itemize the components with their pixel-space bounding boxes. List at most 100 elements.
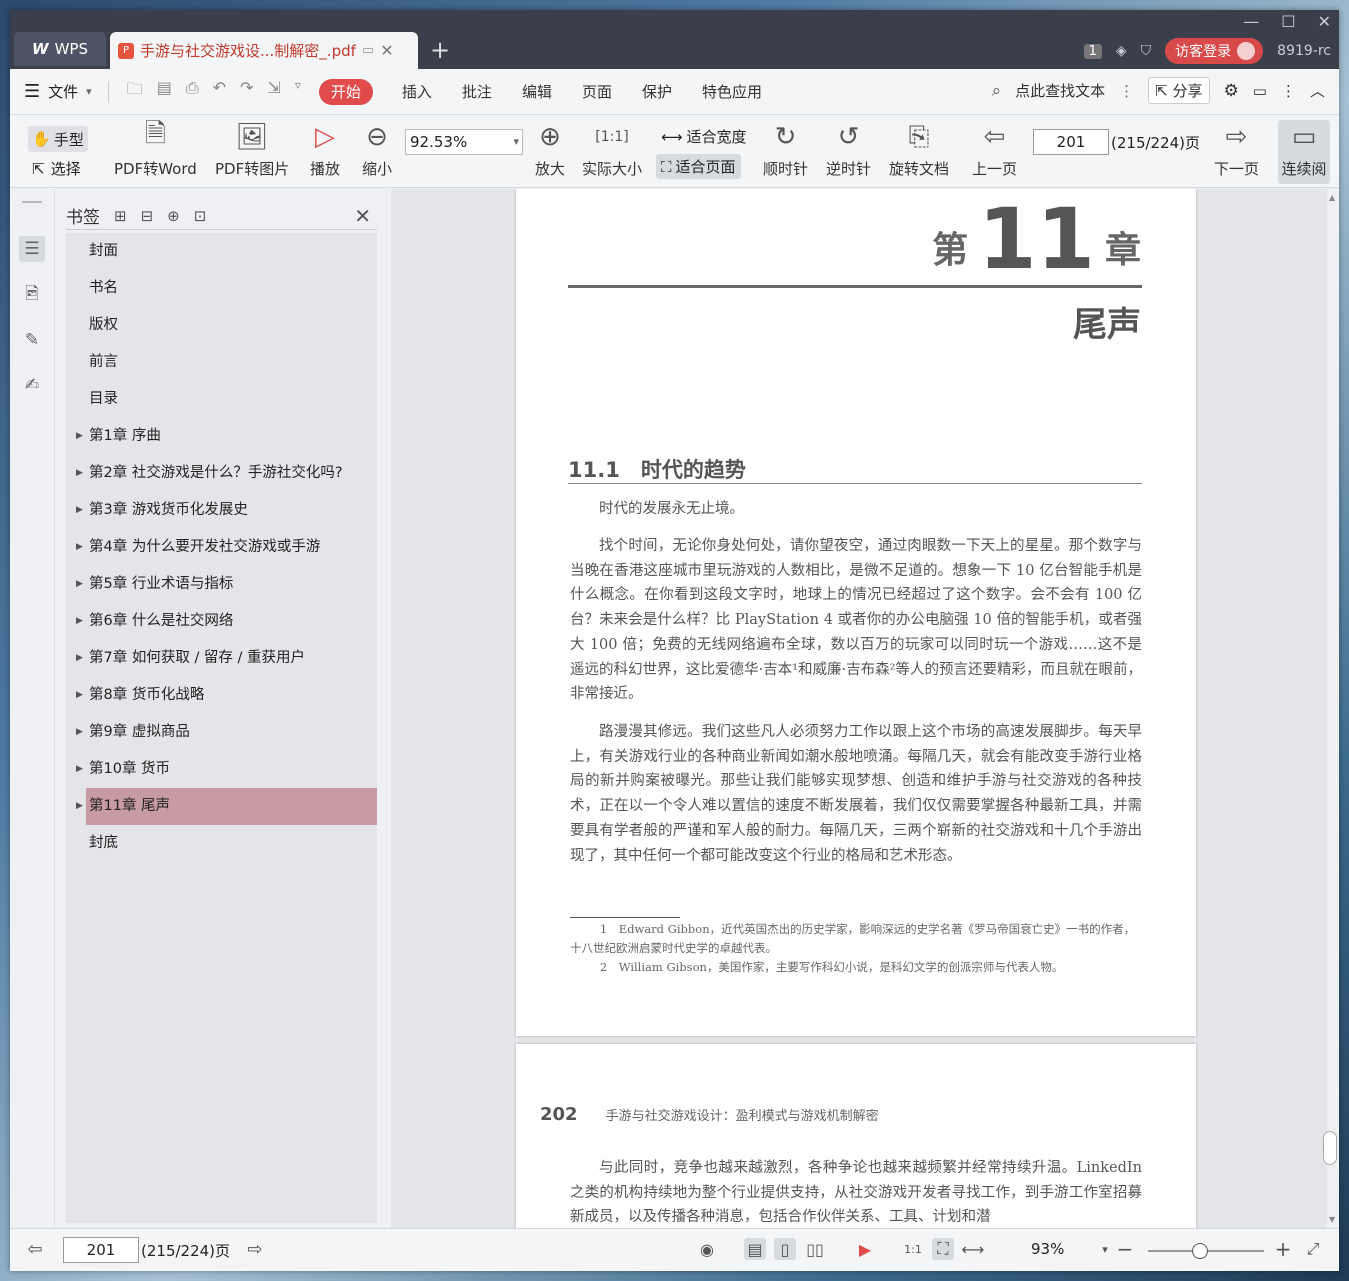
actual-size-button[interactable]: [1:1] 实际大小 bbox=[582, 120, 642, 179]
new-tab-button[interactable]: + bbox=[430, 36, 450, 64]
menu-start[interactable]: 开始 bbox=[318, 78, 373, 105]
bookmark-item[interactable]: ▶ 第9章 虚拟商品 bbox=[66, 714, 377, 751]
bookmark-item[interactable]: 版权 bbox=[66, 307, 377, 344]
bookmark-item[interactable]: 书名 bbox=[66, 270, 377, 307]
two-page-icon[interactable]: ▯▯ bbox=[804, 1238, 826, 1260]
thumbnail-icon[interactable]: 🖻 bbox=[19, 282, 45, 308]
continuous-read-button[interactable]: ▭ 连续阅 bbox=[1278, 120, 1330, 184]
expand-arrow-icon[interactable]: ▶ bbox=[76, 492, 83, 529]
status-page-input[interactable]: 201 bbox=[63, 1237, 139, 1263]
bookmark-item[interactable]: ▶ 第1章 序曲 bbox=[66, 418, 377, 455]
bookmark-item[interactable]: 封底 bbox=[66, 825, 377, 862]
next-page-icon[interactable]: ⇨ bbox=[244, 1238, 266, 1260]
save-icon[interactable]: ▤ bbox=[157, 78, 172, 105]
shirt-icon[interactable]: ⛉ bbox=[1141, 43, 1152, 59]
more-vert-icon[interactable]: ⋮ bbox=[1119, 82, 1134, 100]
expand-arrow-icon[interactable]: ▶ bbox=[76, 603, 83, 640]
close-tab-icon[interactable]: ✕ bbox=[380, 41, 393, 60]
zoom-dropdown-icon[interactable]: ▾ bbox=[1094, 1238, 1116, 1260]
status-zoom-value[interactable]: 93% bbox=[1031, 1240, 1064, 1258]
signature-icon[interactable]: ✍ bbox=[19, 372, 45, 398]
eye-protection-icon[interactable]: ◉ bbox=[696, 1238, 718, 1260]
maximize-icon[interactable]: ☐ bbox=[1281, 12, 1295, 31]
select-tool-button[interactable]: ⇱ 选择 bbox=[32, 158, 81, 179]
window-count-badge[interactable]: 1 bbox=[1083, 43, 1102, 59]
bookmark-item[interactable]: ▶ 第3章 游戏货币化发展史 bbox=[66, 492, 377, 529]
bookmark-item[interactable]: ▶ 第8章 货币化战略 bbox=[66, 677, 377, 714]
search-icon[interactable]: ⌕ bbox=[992, 81, 1002, 101]
hand-tool-button[interactable]: ✋ 手型 bbox=[28, 126, 88, 152]
zoom-in-small-icon[interactable]: + bbox=[1272, 1237, 1294, 1261]
scroll-down-icon[interactable]: ▼ bbox=[1329, 1215, 1335, 1224]
expand-arrow-icon[interactable]: ▶ bbox=[76, 714, 83, 751]
scroll-thumb[interactable] bbox=[1323, 1131, 1337, 1165]
bookmark-item[interactable]: ▶ 第2章 社交游戏是什么？手游社交化吗? bbox=[66, 455, 377, 492]
bookmark-options-icon[interactable]: ⊡ bbox=[194, 207, 207, 225]
expand-arrow-icon[interactable]: ▶ bbox=[76, 640, 83, 677]
collapse-ribbon-icon[interactable]: ︿ bbox=[1310, 80, 1325, 101]
expand-arrow-icon[interactable]: ▶ bbox=[76, 566, 83, 603]
bookmark-item[interactable]: ▶ 第5章 行业术语与指标 bbox=[66, 566, 377, 603]
menu-protect[interactable]: 保护 bbox=[627, 79, 687, 105]
bookmark-item[interactable]: 目录 bbox=[66, 381, 377, 418]
expand-arrow-icon[interactable]: ▶ bbox=[76, 455, 83, 492]
screen-icon[interactable]: ▭ bbox=[362, 43, 374, 58]
find-text-button[interactable]: 点此查找文本 bbox=[1015, 80, 1105, 101]
next-page-button[interactable]: ⇨ 下一页 bbox=[1214, 120, 1259, 179]
zoom-out-button[interactable]: ⊖ 缩小 bbox=[362, 120, 392, 179]
comment-icon[interactable]: ▭ bbox=[1253, 82, 1267, 100]
fit-page-button[interactable]: ⛶ 适合页面 bbox=[656, 154, 741, 179]
play-button[interactable]: ▷ 播放 bbox=[310, 120, 340, 179]
zoom-out-small-icon[interactable]: − bbox=[1114, 1237, 1136, 1261]
collapse-all-icon[interactable]: ⊟ bbox=[141, 207, 154, 225]
rotate-document-button[interactable]: ⎘ 旋转文档 bbox=[889, 120, 949, 179]
scroll-up-icon[interactable]: ▲ bbox=[1329, 193, 1335, 202]
expand-arrow-icon[interactable]: ▶ bbox=[76, 788, 83, 825]
visitor-login-button[interactable]: 访客登录 bbox=[1165, 38, 1264, 64]
fullscreen-icon[interactable]: ⤢ bbox=[1302, 1238, 1324, 1260]
zoom-select[interactable]: 92.53% bbox=[405, 129, 523, 155]
expand-arrow-icon[interactable]: ▶ bbox=[76, 418, 83, 455]
menu-edit[interactable]: 编辑 bbox=[507, 79, 567, 105]
bookmark-item[interactable]: 前言 bbox=[66, 344, 377, 381]
menu-features[interactable]: 特色应用 bbox=[687, 79, 777, 105]
pdf-to-word-button[interactable]: 🗎 PDF转Word bbox=[114, 119, 197, 179]
vertical-scrollbar[interactable]: ▲ ▼ bbox=[1323, 189, 1339, 1228]
rotate-counterclockwise-button[interactable]: ↺ 逆时针 bbox=[826, 120, 871, 179]
close-window-icon[interactable]: ✕ bbox=[1318, 12, 1331, 31]
tab-document[interactable]: P 手游与社交游戏设...制解密_.pdf ▭ ✕ bbox=[110, 32, 418, 69]
annotation-icon[interactable]: ✎ bbox=[19, 327, 45, 353]
tab-wps-home[interactable]: W WPS bbox=[14, 32, 106, 66]
prev-page-button[interactable]: ⇦ 上一页 bbox=[972, 120, 1017, 179]
page-number-input[interactable]: 201 bbox=[1033, 129, 1109, 155]
expand-arrow-icon[interactable]: ▶ bbox=[76, 751, 83, 788]
continuous-page-icon[interactable]: ▯ bbox=[774, 1238, 796, 1260]
expand-arrow-icon[interactable]: ▶ bbox=[76, 529, 83, 566]
fit-page-small-icon[interactable]: ⛶ bbox=[932, 1238, 954, 1260]
menu-annotate[interactable]: 批注 bbox=[447, 79, 507, 105]
expand-arrow-icon[interactable]: ▶ bbox=[76, 677, 83, 714]
prev-page-icon[interactable]: ⇦ bbox=[24, 1238, 46, 1260]
open-folder-icon[interactable]: 🗀 bbox=[127, 78, 143, 105]
redo-icon[interactable]: ↷ bbox=[240, 78, 253, 105]
export-icon[interactable]: ⇲ bbox=[267, 78, 280, 105]
file-menu[interactable]: ☰ 文件 ▾ bbox=[24, 81, 102, 102]
play-mode-icon[interactable]: ▶ bbox=[854, 1238, 876, 1260]
skin-icon[interactable]: ◈ bbox=[1116, 43, 1127, 59]
menu-page[interactable]: 页面 bbox=[567, 79, 627, 105]
bookmark-panel-icon[interactable]: ☰ bbox=[19, 236, 45, 262]
undo-icon[interactable]: ↶ bbox=[213, 78, 226, 105]
bookmark-item[interactable]: ▶ 第4章 为什么要开发社交游戏或手游 bbox=[66, 529, 377, 566]
bookmark-item[interactable]: ▶ 第10章 货币 bbox=[66, 751, 377, 788]
minimize-icon[interactable]: — bbox=[1243, 12, 1259, 31]
bookmark-item[interactable]: ▶ 第6章 什么是社交网络 bbox=[66, 603, 377, 640]
add-bookmark-icon[interactable]: ⊕ bbox=[167, 207, 180, 225]
actual-size-small-icon[interactable]: 1:1 bbox=[902, 1238, 924, 1260]
bookmark-item[interactable]: 封面 bbox=[66, 233, 377, 270]
bookmark-item[interactable]: ▶ 第7章 如何获取 / 留存 / 重获用户 bbox=[66, 640, 377, 677]
print-icon[interactable]: ⎙ bbox=[186, 78, 199, 105]
zoom-slider[interactable] bbox=[1148, 1243, 1264, 1259]
more-options-icon[interactable]: ⋮ bbox=[1281, 82, 1296, 100]
zoom-slider-knob[interactable] bbox=[1192, 1243, 1208, 1259]
zoom-in-button[interactable]: ⊕ 放大 bbox=[535, 120, 565, 179]
